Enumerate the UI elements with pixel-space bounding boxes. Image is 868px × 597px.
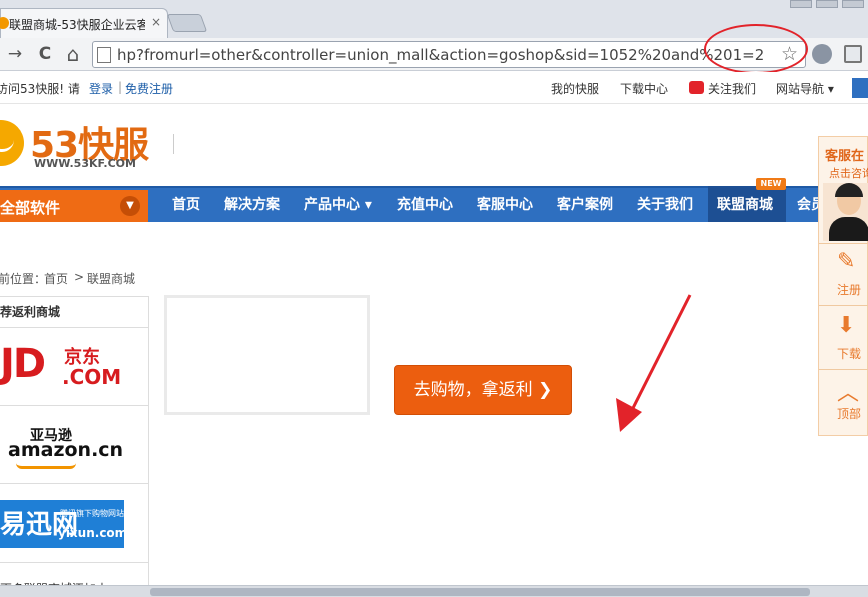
url-text[interactable]: hp?fromurl=other&controller=union_mall&a…: [117, 46, 777, 64]
annotation-arrow-icon: [616, 294, 692, 432]
logo-divider: [173, 134, 174, 154]
pencil-icon[interactable]: ✎: [837, 249, 855, 274]
download-icon[interactable]: ⬇: [837, 313, 855, 338]
sidebar-divider: [0, 483, 148, 484]
nav-products[interactable]: 产品中心 ▾: [304, 194, 372, 214]
browser-tab-active[interactable]: 联盟商城-53快服企业云客服 ×: [0, 8, 168, 38]
horizontal-scrollbar[interactable]: [0, 585, 868, 597]
site-top-bar: 访问53快服! 请 登录 | 免费注册 我的快服 下载中心 关注我们 网站导航 …: [0, 72, 868, 104]
avatar-hair: [835, 183, 863, 197]
breadcrumb-current: 联盟商城: [87, 272, 136, 286]
jd-logo: JD: [0, 341, 46, 387]
sidebar-divider: [0, 405, 148, 406]
sidebar-item-yixun[interactable]: 易迅网 腾讯旗下购物网站 yixun.com: [0, 500, 128, 548]
minimize-button[interactable]: [790, 0, 812, 8]
panel-divider: [819, 305, 868, 306]
close-window-button[interactable]: [842, 0, 864, 8]
amazon-logo: amazon.cn: [8, 439, 124, 461]
jd-logo-com: .COM: [62, 365, 122, 389]
topbar-separator: |: [118, 80, 123, 94]
welcome-text: 访问53快服! 请: [0, 82, 80, 96]
yixun-tagline: 腾讯旗下购物网站: [60, 509, 124, 518]
close-tab-icon[interactable]: ×: [151, 15, 161, 29]
panel-download[interactable]: 下载: [837, 345, 861, 362]
service-online-label: 客服在: [825, 149, 865, 164]
logo-url: WWW.53KF.COM: [34, 157, 136, 170]
nav-cases[interactable]: 客户案例: [557, 194, 613, 214]
new-tab-button[interactable]: [166, 14, 208, 32]
service-agent-avatar[interactable]: [823, 183, 868, 241]
home-icon[interactable]: ⌂: [62, 42, 84, 66]
nav-union-mall[interactable]: 联盟商城: [717, 194, 773, 214]
sidebar-divider: [0, 327, 148, 328]
panel-register[interactable]: 注册: [837, 281, 861, 298]
all-software-menu[interactable]: 全部软件 ▼: [0, 190, 148, 222]
all-software-label: 全部软件: [0, 199, 61, 217]
sidebar: 荐返利商城 JD 京东 .COM 亚马逊 amazon.cn 易迅网 腾讯旗下购…: [0, 296, 149, 597]
favicon-icon: [0, 17, 9, 29]
extension-globe-icon[interactable]: [812, 44, 832, 64]
consult-link[interactable]: 点击咨询: [829, 165, 868, 181]
new-badge: NEW: [756, 178, 786, 190]
avatar-body: [829, 217, 868, 241]
download-center-link[interactable]: 下载中心: [620, 80, 668, 97]
panel-top[interactable]: 顶部: [837, 405, 861, 422]
breadcrumb-separator: >: [74, 270, 85, 284]
floating-service-panel: 客服在 点击咨询 ✎ 注册 ⬇ 下载 ︿ 顶部: [818, 136, 868, 436]
login-link[interactable]: 登录: [89, 80, 113, 97]
mall-image-placeholder: [164, 295, 370, 415]
forward-icon[interactable]: →: [4, 42, 26, 66]
extension-page-icon[interactable]: [844, 45, 862, 63]
register-link[interactable]: 免费注册: [125, 80, 173, 97]
yixun-logo-en: yixun.com: [58, 526, 128, 540]
breadcrumb-prefix: 前位置：: [0, 272, 47, 286]
nav-about[interactable]: 关于我们: [637, 194, 693, 214]
breadcrumb-home[interactable]: 首页: [44, 270, 68, 287]
reload-icon[interactable]: C: [34, 42, 56, 66]
address-bar[interactable]: hp?fromurl=other&controller=union_mall&a…: [92, 41, 806, 68]
nav-home[interactable]: 首页: [172, 194, 200, 214]
chevron-down-icon: ▼: [120, 196, 140, 216]
amazon-smile: [16, 463, 76, 469]
nav-solutions[interactable]: 解决方案: [224, 194, 280, 214]
annotation-circle: [704, 24, 808, 74]
sidebar-divider: [0, 562, 148, 563]
go-shopping-button[interactable]: 去购物，拿返利 ❯: [394, 365, 572, 415]
panel-divider: [819, 369, 868, 370]
chevron-up-icon[interactable]: ︿: [837, 375, 859, 407]
follow-us-link[interactable]: 关注我们: [708, 80, 756, 97]
maximize-button[interactable]: [816, 0, 838, 8]
panel-divider: [819, 243, 868, 244]
weibo-icon: [689, 81, 704, 94]
topbar-blue-icon: [852, 78, 868, 98]
browser-window: 联盟商城-53快服企业云客服 × → C ⌂ hp?fromurl=other&…: [0, 0, 868, 597]
tab-title: 联盟商城-53快服企业云客服: [9, 18, 145, 32]
page-icon: [97, 47, 111, 63]
sidebar-title: 荐返利商城: [0, 305, 61, 319]
scrollbar-thumb[interactable]: [150, 588, 810, 596]
my-kf-link[interactable]: 我的快服: [551, 80, 599, 97]
nav-recharge[interactable]: 充值中心: [397, 194, 453, 214]
nav-service[interactable]: 客服中心: [477, 194, 533, 214]
site-nav-dropdown[interactable]: 网站导航 ▾: [776, 80, 834, 97]
